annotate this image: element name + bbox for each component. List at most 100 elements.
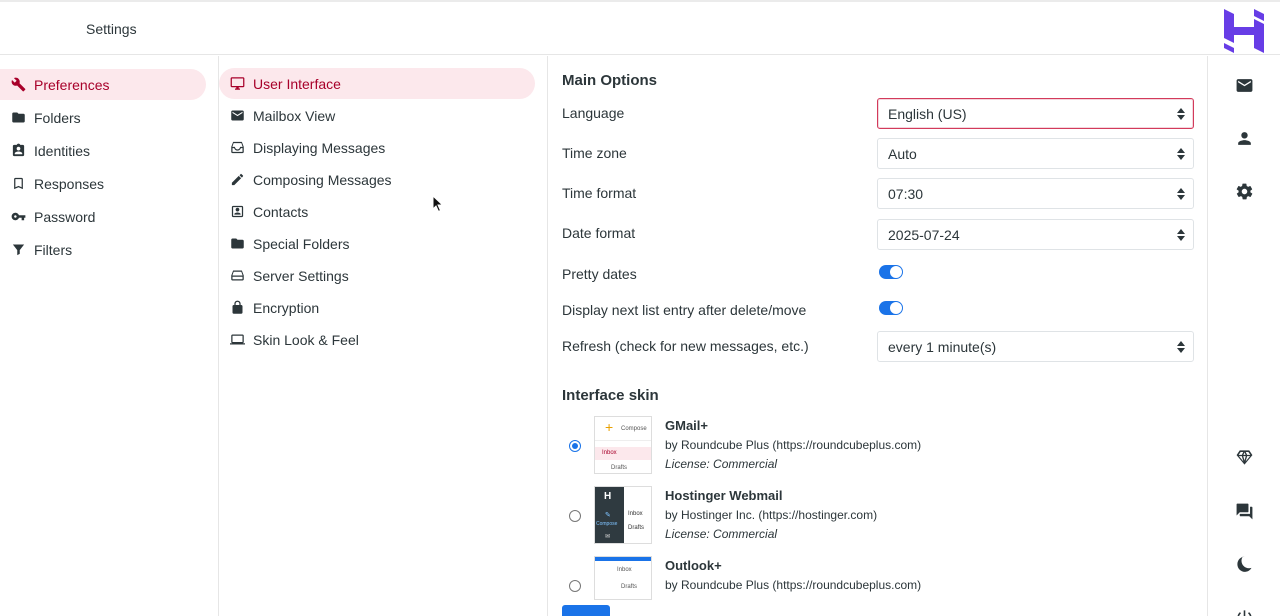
section-label: Identities	[34, 142, 91, 159]
thumb-dark-sidebar: H ✎ Compose ✉	[595, 487, 624, 543]
save-button[interactable]	[562, 605, 610, 616]
pref-contacts[interactable]: Contacts	[219, 196, 535, 227]
pref-label: Server Settings	[253, 267, 349, 284]
timezone-select[interactable]: Auto	[877, 138, 1194, 169]
section-label: Preferences	[34, 76, 110, 93]
right-rail	[1207, 56, 1280, 616]
refresh-select[interactable]: every 1 minute(s)	[877, 331, 1194, 362]
skin-option-hostinger[interactable]: H ✎ Compose ✉ Inbox Drafts Hostinger Web…	[548, 486, 1188, 552]
header-bar: Settings	[0, 0, 1280, 55]
skin-author: by Roundcube Plus (https://roundcubeplus…	[665, 578, 922, 592]
mail-icon[interactable]	[1233, 74, 1255, 96]
pref-server-settings[interactable]: Server Settings	[219, 260, 535, 291]
settings-sections: Preferences Folders Identities Responses…	[0, 56, 219, 616]
power-icon[interactable]	[1233, 606, 1255, 616]
envelope-icon	[229, 108, 245, 124]
pref-displaying-messages[interactable]: Displaying Messages	[219, 132, 535, 163]
time-format-label: Time format	[562, 185, 637, 201]
section-filters[interactable]: Filters	[0, 234, 206, 265]
next-entry-toggle[interactable]	[879, 301, 903, 315]
page-title: Settings	[86, 21, 137, 37]
date-format-select[interactable]: 2025-07-24	[877, 219, 1194, 250]
skin-name: Hostinger Webmail	[665, 488, 783, 503]
skin-name: Outlook+	[665, 558, 722, 573]
pref-label: Composing Messages	[253, 171, 392, 188]
thumb-compose-icon: ✎	[605, 512, 611, 519]
pref-label: User Interface	[253, 75, 341, 92]
thumb-drafts-label: Drafts	[621, 584, 638, 590]
thumb-compose-bar: + Compose	[595, 417, 651, 441]
skin-thumbnail: Inbox Drafts	[594, 556, 652, 600]
folder-icon	[10, 110, 26, 126]
pretty-dates-label: Pretty dates	[562, 266, 637, 282]
pref-special-folders[interactable]: Special Folders	[219, 228, 535, 259]
diamond-icon[interactable]	[1233, 446, 1255, 468]
skin-author: by Hostinger Inc. (https://hostinger.com…	[665, 508, 878, 522]
settings-gear-icon[interactable]	[1233, 180, 1255, 202]
pref-label: Mailbox View	[253, 107, 336, 124]
pref-label: Encryption	[253, 299, 320, 316]
inbox-icon	[229, 140, 245, 156]
contacts-icon[interactable]	[1233, 127, 1255, 149]
skin-option-outlook[interactable]: Inbox Drafts Outlook+ by Roundcube Plus …	[548, 556, 1188, 616]
skin-radio[interactable]	[569, 440, 581, 452]
thumb-compose-label: Compose	[621, 426, 647, 432]
folder-icon	[229, 236, 245, 252]
time-format-select[interactable]: 07:30	[877, 178, 1194, 209]
time-format-value: 07:30	[888, 185, 924, 202]
select-arrows-icon	[1177, 148, 1185, 160]
thumb-inbox-row: Inbox	[595, 447, 651, 460]
wrench-icon	[10, 77, 26, 93]
select-arrows-icon	[1177, 108, 1185, 120]
pretty-dates-toggle[interactable]	[879, 265, 903, 279]
thumb-compose-label: Compose	[596, 521, 618, 527]
pref-composing-messages[interactable]: Composing Messages	[219, 164, 535, 195]
server-icon	[229, 268, 245, 284]
thumb-inbox-label: Inbox	[628, 511, 643, 517]
pref-label: Skin Look & Feel	[253, 331, 359, 348]
thumb-top-bar	[595, 557, 651, 561]
skin-radio[interactable]	[569, 580, 581, 592]
select-arrows-icon	[1177, 229, 1185, 241]
thumb-drafts-label: Drafts	[628, 525, 645, 531]
section-preferences[interactable]: Preferences	[0, 69, 206, 100]
key-icon	[10, 209, 26, 225]
select-arrows-icon	[1177, 341, 1185, 353]
pref-encryption[interactable]: Encryption	[219, 292, 535, 323]
skin-option-gmail[interactable]: + Compose Inbox Drafts GMail+ by Roundcu…	[548, 416, 1188, 482]
laptop-icon	[229, 332, 245, 348]
skin-thumbnail: + Compose Inbox Drafts	[594, 416, 652, 474]
section-responses[interactable]: Responses	[0, 168, 206, 199]
skin-radio[interactable]	[569, 510, 581, 522]
chat-icon[interactable]	[1233, 500, 1255, 522]
moon-icon[interactable]	[1233, 553, 1255, 575]
language-label: Language	[562, 105, 625, 121]
hostinger-logo[interactable]	[1222, 7, 1266, 55]
skin-thumbnail: H ✎ Compose ✉ Inbox Drafts	[594, 486, 652, 544]
language-value: English (US)	[888, 105, 967, 122]
monitor-icon	[229, 76, 245, 92]
section-label: Password	[34, 208, 96, 225]
preferences-list: User Interface Mailbox View Displaying M…	[219, 56, 548, 616]
mouse-cursor-icon	[432, 195, 444, 213]
language-select[interactable]: English (US)	[877, 98, 1194, 129]
section-password[interactable]: Password	[0, 201, 206, 232]
pencil-icon	[229, 172, 245, 188]
thumb-logo-icon: H	[604, 491, 612, 502]
skin-license: License: Commercial	[665, 457, 778, 471]
section-folders[interactable]: Folders	[0, 102, 206, 133]
skin-license: License: Commercial	[665, 527, 778, 541]
pref-skin-look-feel[interactable]: Skin Look & Feel	[219, 324, 535, 355]
thumb-drafts-label: Drafts	[611, 465, 628, 471]
refresh-value: every 1 minute(s)	[888, 338, 997, 355]
thumb-mail-icon: ✉	[605, 534, 611, 540]
section-identities[interactable]: Identities	[0, 135, 206, 166]
pref-mailbox-view[interactable]: Mailbox View	[219, 100, 535, 131]
timezone-value: Auto	[888, 145, 917, 162]
pref-user-interface[interactable]: User Interface	[219, 68, 535, 99]
contact-card-icon	[229, 204, 245, 220]
next-entry-label: Display next list entry after delete/mov…	[562, 302, 807, 318]
section-label: Filters	[34, 241, 73, 258]
skin-name: GMail+	[665, 418, 708, 433]
thumb-inbox-label: Inbox	[602, 450, 617, 456]
